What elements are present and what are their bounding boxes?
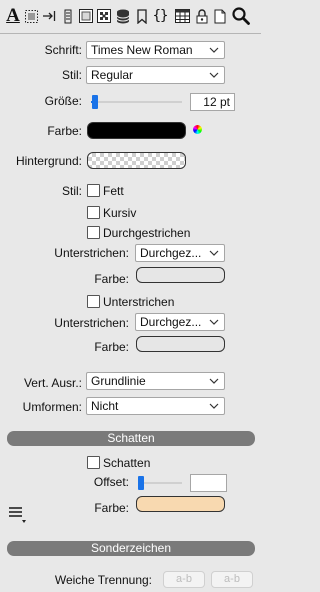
size-input[interactable]: 12 pt bbox=[190, 93, 235, 111]
shadow-label: Schatten bbox=[103, 456, 151, 470]
text-icon[interactable]: A bbox=[3, 5, 23, 27]
schrift-label: Schrift: bbox=[44, 43, 82, 57]
style-label: Stil: bbox=[61, 184, 82, 198]
special-chars-section-header[interactable]: Sonderzeichen bbox=[7, 541, 255, 556]
strike-type-select[interactable]: Durchgez... bbox=[135, 244, 225, 262]
offset-input[interactable] bbox=[190, 474, 227, 492]
font-color-swatch[interactable] bbox=[87, 122, 186, 139]
soft-hyphen-button-1[interactable]: a-b bbox=[163, 571, 205, 588]
bold-checkbox[interactable] bbox=[87, 184, 100, 197]
strike-type-value: Durchgez... bbox=[140, 246, 202, 260]
underline-type-value: Durchgez... bbox=[140, 315, 202, 329]
transform-select[interactable]: Nicht bbox=[86, 397, 225, 415]
underline-type-label: Unterstrichen: bbox=[54, 316, 129, 330]
chevron-down-icon bbox=[209, 250, 219, 256]
chevron-down-icon bbox=[209, 47, 219, 53]
font-family-value: Times New Roman bbox=[91, 43, 193, 57]
italic-label: Kursiv bbox=[103, 206, 137, 220]
shadow-checkbox[interactable] bbox=[87, 456, 100, 469]
underline-color-label: Farbe: bbox=[94, 340, 129, 354]
vert-align-value: Grundlinie bbox=[91, 374, 146, 388]
offset-label: Offset: bbox=[93, 475, 129, 489]
offset-slider-thumb[interactable] bbox=[138, 476, 144, 490]
underline-color-swatch[interactable] bbox=[136, 336, 225, 352]
hintergrund-label: Hintergrund: bbox=[15, 154, 82, 168]
lock-icon[interactable] bbox=[194, 5, 210, 27]
bookmark-icon[interactable] bbox=[135, 5, 149, 27]
font-style-value: Regular bbox=[91, 68, 134, 82]
chevron-down-icon bbox=[209, 403, 219, 409]
color-wheel-icon[interactable] bbox=[193, 125, 202, 134]
size-slider-track[interactable] bbox=[91, 101, 182, 103]
strikethrough-label: Durchgestrichen bbox=[103, 226, 191, 240]
frame-icon[interactable] bbox=[78, 5, 94, 27]
groesse-label: Größe: bbox=[44, 94, 82, 108]
transform-label: Umformen: bbox=[22, 400, 82, 414]
soft-hyphen-button-2[interactable]: a-b bbox=[211, 571, 253, 588]
strike-type-label: Unterstrichen: bbox=[54, 246, 129, 260]
soft-hyphen-label: Weiche Trennung: bbox=[54, 573, 152, 587]
strikethrough-checkbox[interactable] bbox=[87, 226, 100, 239]
strike-color-swatch[interactable] bbox=[136, 267, 225, 283]
braces-icon[interactable]: {} bbox=[151, 5, 169, 27]
font-style-select[interactable]: Regular bbox=[86, 66, 225, 84]
border-icon[interactable] bbox=[23, 5, 39, 27]
shadow-color-swatch[interactable] bbox=[136, 496, 225, 512]
chevron-down-icon bbox=[209, 378, 219, 384]
toolbar-divider bbox=[0, 33, 261, 34]
size-slider-thumb[interactable] bbox=[92, 95, 98, 109]
shadow-color-label: Farbe: bbox=[94, 501, 129, 515]
farbe-label: Farbe: bbox=[47, 124, 82, 138]
chevron-down-icon bbox=[209, 72, 219, 78]
column-icon[interactable] bbox=[61, 5, 75, 27]
indent-icon[interactable] bbox=[40, 5, 58, 27]
shadow-section-header[interactable]: Schatten bbox=[7, 431, 255, 446]
font-family-select[interactable]: Times New Roman bbox=[86, 41, 225, 59]
toolbar: A {} bbox=[0, 0, 261, 34]
chevron-down-icon bbox=[209, 319, 219, 325]
database-icon[interactable] bbox=[114, 5, 132, 27]
table-icon[interactable] bbox=[173, 5, 191, 27]
stil-label: Stil: bbox=[61, 68, 82, 82]
italic-checkbox[interactable] bbox=[87, 206, 100, 219]
search-icon[interactable] bbox=[230, 5, 252, 27]
vert-align-label: Vert. Ausr.: bbox=[23, 376, 82, 390]
background-color-swatch[interactable] bbox=[87, 152, 186, 169]
underline-type-select[interactable]: Durchgez... bbox=[135, 313, 225, 331]
bold-label: Fett bbox=[103, 184, 124, 198]
transform-value: Nicht bbox=[91, 399, 119, 413]
underline-checkbox[interactable] bbox=[87, 295, 100, 308]
offset-slider-track[interactable] bbox=[138, 482, 182, 484]
underline-label: Unterstrichen bbox=[103, 295, 175, 309]
vert-align-select[interactable]: Grundlinie bbox=[86, 372, 225, 390]
list-menu-icon[interactable] bbox=[8, 505, 26, 528]
strike-color-label: Farbe: bbox=[94, 272, 129, 286]
page-icon[interactable] bbox=[212, 5, 228, 27]
pattern-icon[interactable] bbox=[96, 5, 112, 27]
